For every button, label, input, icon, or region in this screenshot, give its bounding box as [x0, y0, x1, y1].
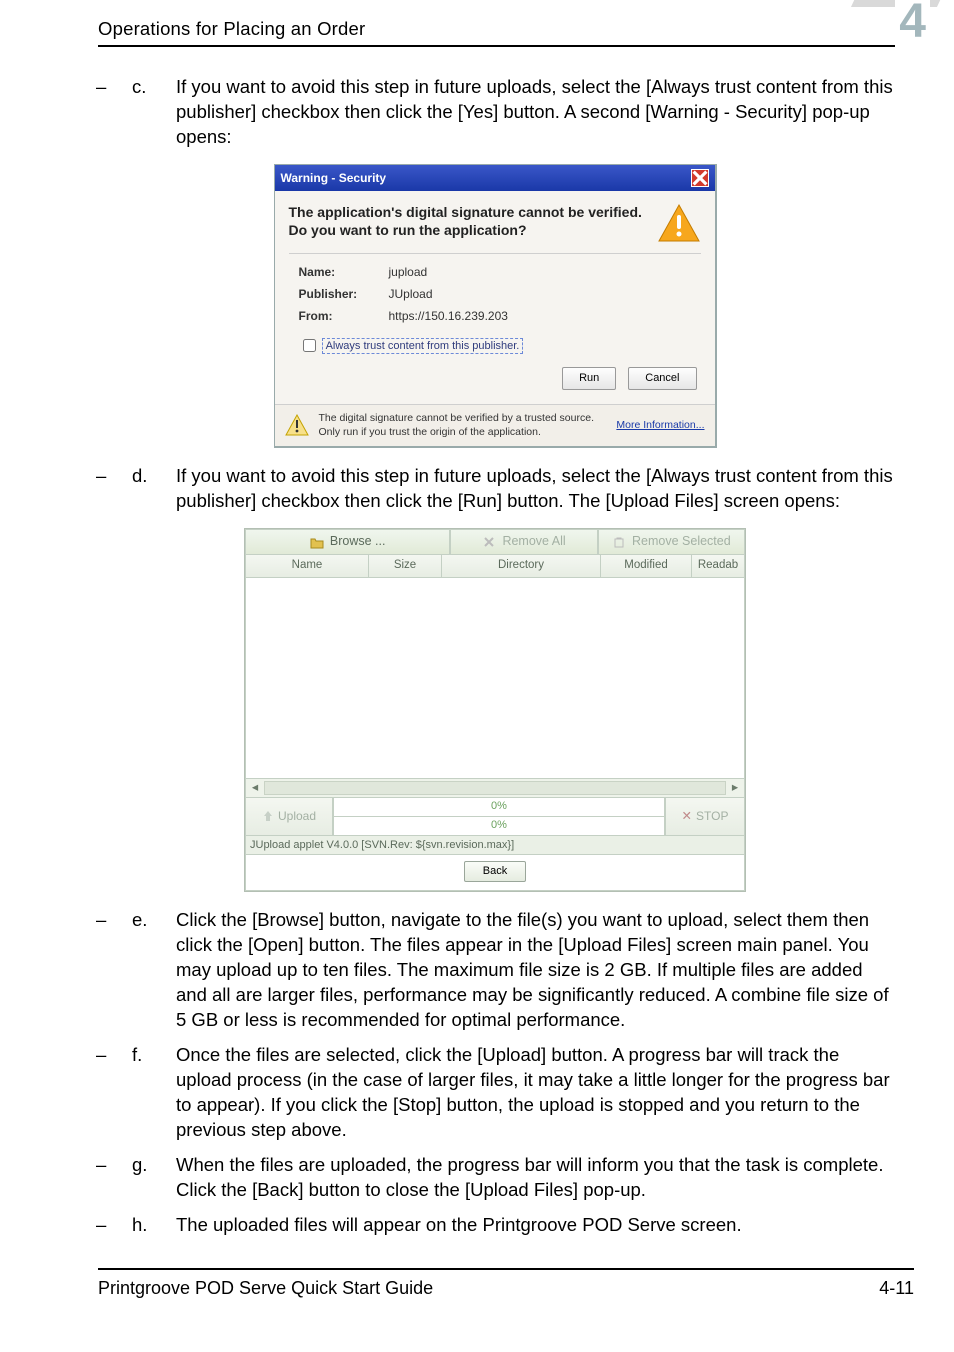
label: From:	[299, 308, 365, 324]
scroll-left-icon[interactable]: ◂	[246, 779, 264, 796]
dialog-footnote: The digital signature cannot be verified…	[319, 411, 607, 439]
step-text: Once the files are selected, click the […	[176, 1043, 894, 1143]
value: https://150.16.239.203	[389, 308, 508, 324]
list-item: – f. Once the files are selected, click …	[96, 1043, 894, 1143]
step-text: Click the [Browse] button, navigate to t…	[176, 908, 894, 1033]
step-letter: d.	[132, 464, 154, 514]
stop-label: STOP	[696, 808, 728, 824]
back-button[interactable]: Back	[464, 861, 526, 882]
step-text: If you want to avoid this step in future…	[176, 464, 894, 514]
progress-bar-1: 0%	[333, 798, 665, 817]
col-modified[interactable]: Modified	[601, 555, 692, 577]
step-letter: f.	[132, 1043, 154, 1143]
label: Name:	[299, 264, 365, 280]
label: Publisher:	[299, 286, 365, 302]
footer-page-number: 4-11	[879, 1278, 914, 1299]
value: JUpload	[389, 286, 433, 302]
scroll-track[interactable]	[264, 781, 726, 795]
warning-icon	[285, 414, 309, 436]
run-button[interactable]: Run	[562, 367, 616, 390]
cancel-button[interactable]: Cancel	[628, 367, 696, 390]
remove-all-button[interactable]: Remove All	[450, 529, 597, 555]
upload-button[interactable]: Upload	[245, 798, 333, 836]
security-dialog: Warning - Security The application's dig…	[274, 164, 717, 448]
footer-rule	[98, 1268, 914, 1270]
step-text: If you want to avoid this step in future…	[176, 75, 894, 150]
bullet-dash: –	[96, 1153, 110, 1203]
bullet-dash: –	[96, 75, 110, 150]
step-text: When the files are uploaded, the progres…	[176, 1153, 894, 1203]
tab-label: Remove All	[502, 533, 565, 550]
tab-label: Remove Selected	[632, 533, 731, 550]
page-title: Operations for Placing an Order	[98, 18, 365, 40]
checkbox-label: Always trust content from this publisher…	[322, 338, 524, 354]
folder-open-icon	[310, 535, 324, 549]
step-letter: g.	[132, 1153, 154, 1203]
dialog-titlebar: Warning - Security	[275, 165, 715, 191]
trash-icon	[612, 535, 626, 549]
trust-checkbox[interactable]: Always trust content from this publisher…	[299, 336, 701, 355]
chapter-badge: 4	[854, 0, 940, 42]
list-item: – d. If you want to avoid this step in f…	[96, 464, 894, 514]
bullet-dash: –	[96, 1043, 110, 1143]
close-icon[interactable]	[691, 169, 709, 187]
footer-doc-title: Printgroove POD Serve Quick Start Guide	[98, 1278, 433, 1299]
col-directory[interactable]: Directory	[442, 555, 601, 577]
browse-button[interactable]: Browse ...	[245, 529, 450, 555]
horizontal-scroll[interactable]: ◂ ▸	[245, 779, 745, 798]
applet-status: JUpload applet V4.0.0 [SVN.Rev: ${svn.re…	[245, 836, 745, 856]
dialog-title: Warning - Security	[281, 170, 387, 186]
badge-number: 4	[895, 0, 930, 49]
col-readable[interactable]: Readab	[692, 555, 744, 577]
more-info-link[interactable]: More Information...	[616, 418, 704, 432]
step-letter: h.	[132, 1213, 154, 1238]
remove-selected-button[interactable]: Remove Selected	[598, 529, 745, 555]
scroll-right-icon[interactable]: ▸	[726, 779, 744, 796]
remove-all-icon	[482, 535, 496, 549]
value: jupload	[389, 264, 428, 280]
stop-icon: ✕	[682, 808, 692, 825]
bullet-dash: –	[96, 1213, 110, 1238]
tab-label: Browse ...	[330, 533, 386, 550]
step-letter: e.	[132, 908, 154, 1033]
list-item: – g. When the files are uploaded, the pr…	[96, 1153, 894, 1203]
bullet-dash: –	[96, 464, 110, 514]
list-item: – h. The uploaded files will appear on t…	[96, 1213, 894, 1238]
stop-button[interactable]: ✕ STOP	[665, 798, 745, 836]
progress-bar-2: 0%	[333, 817, 665, 836]
upload-files-dialog: Browse ... Remove All Remove Selected Na…	[244, 528, 746, 893]
list-item: – e. Click the [Browse] button, navigate…	[96, 908, 894, 1033]
dialog-question: The application's digital signature cann…	[289, 203, 645, 239]
step-letter: c.	[132, 75, 154, 150]
step-text: The uploaded files will appear on the Pr…	[176, 1213, 894, 1238]
col-name[interactable]: Name	[246, 555, 369, 577]
list-item: – c. If you want to avoid this step in f…	[96, 75, 894, 150]
bullet-dash: –	[96, 908, 110, 1033]
upload-columns: Name Size Directory Modified Readab	[245, 555, 745, 578]
file-list-pane	[245, 578, 745, 779]
upload-icon	[262, 810, 274, 822]
warning-icon	[657, 203, 701, 243]
upload-label: Upload	[278, 808, 316, 824]
col-size[interactable]: Size	[369, 555, 442, 577]
